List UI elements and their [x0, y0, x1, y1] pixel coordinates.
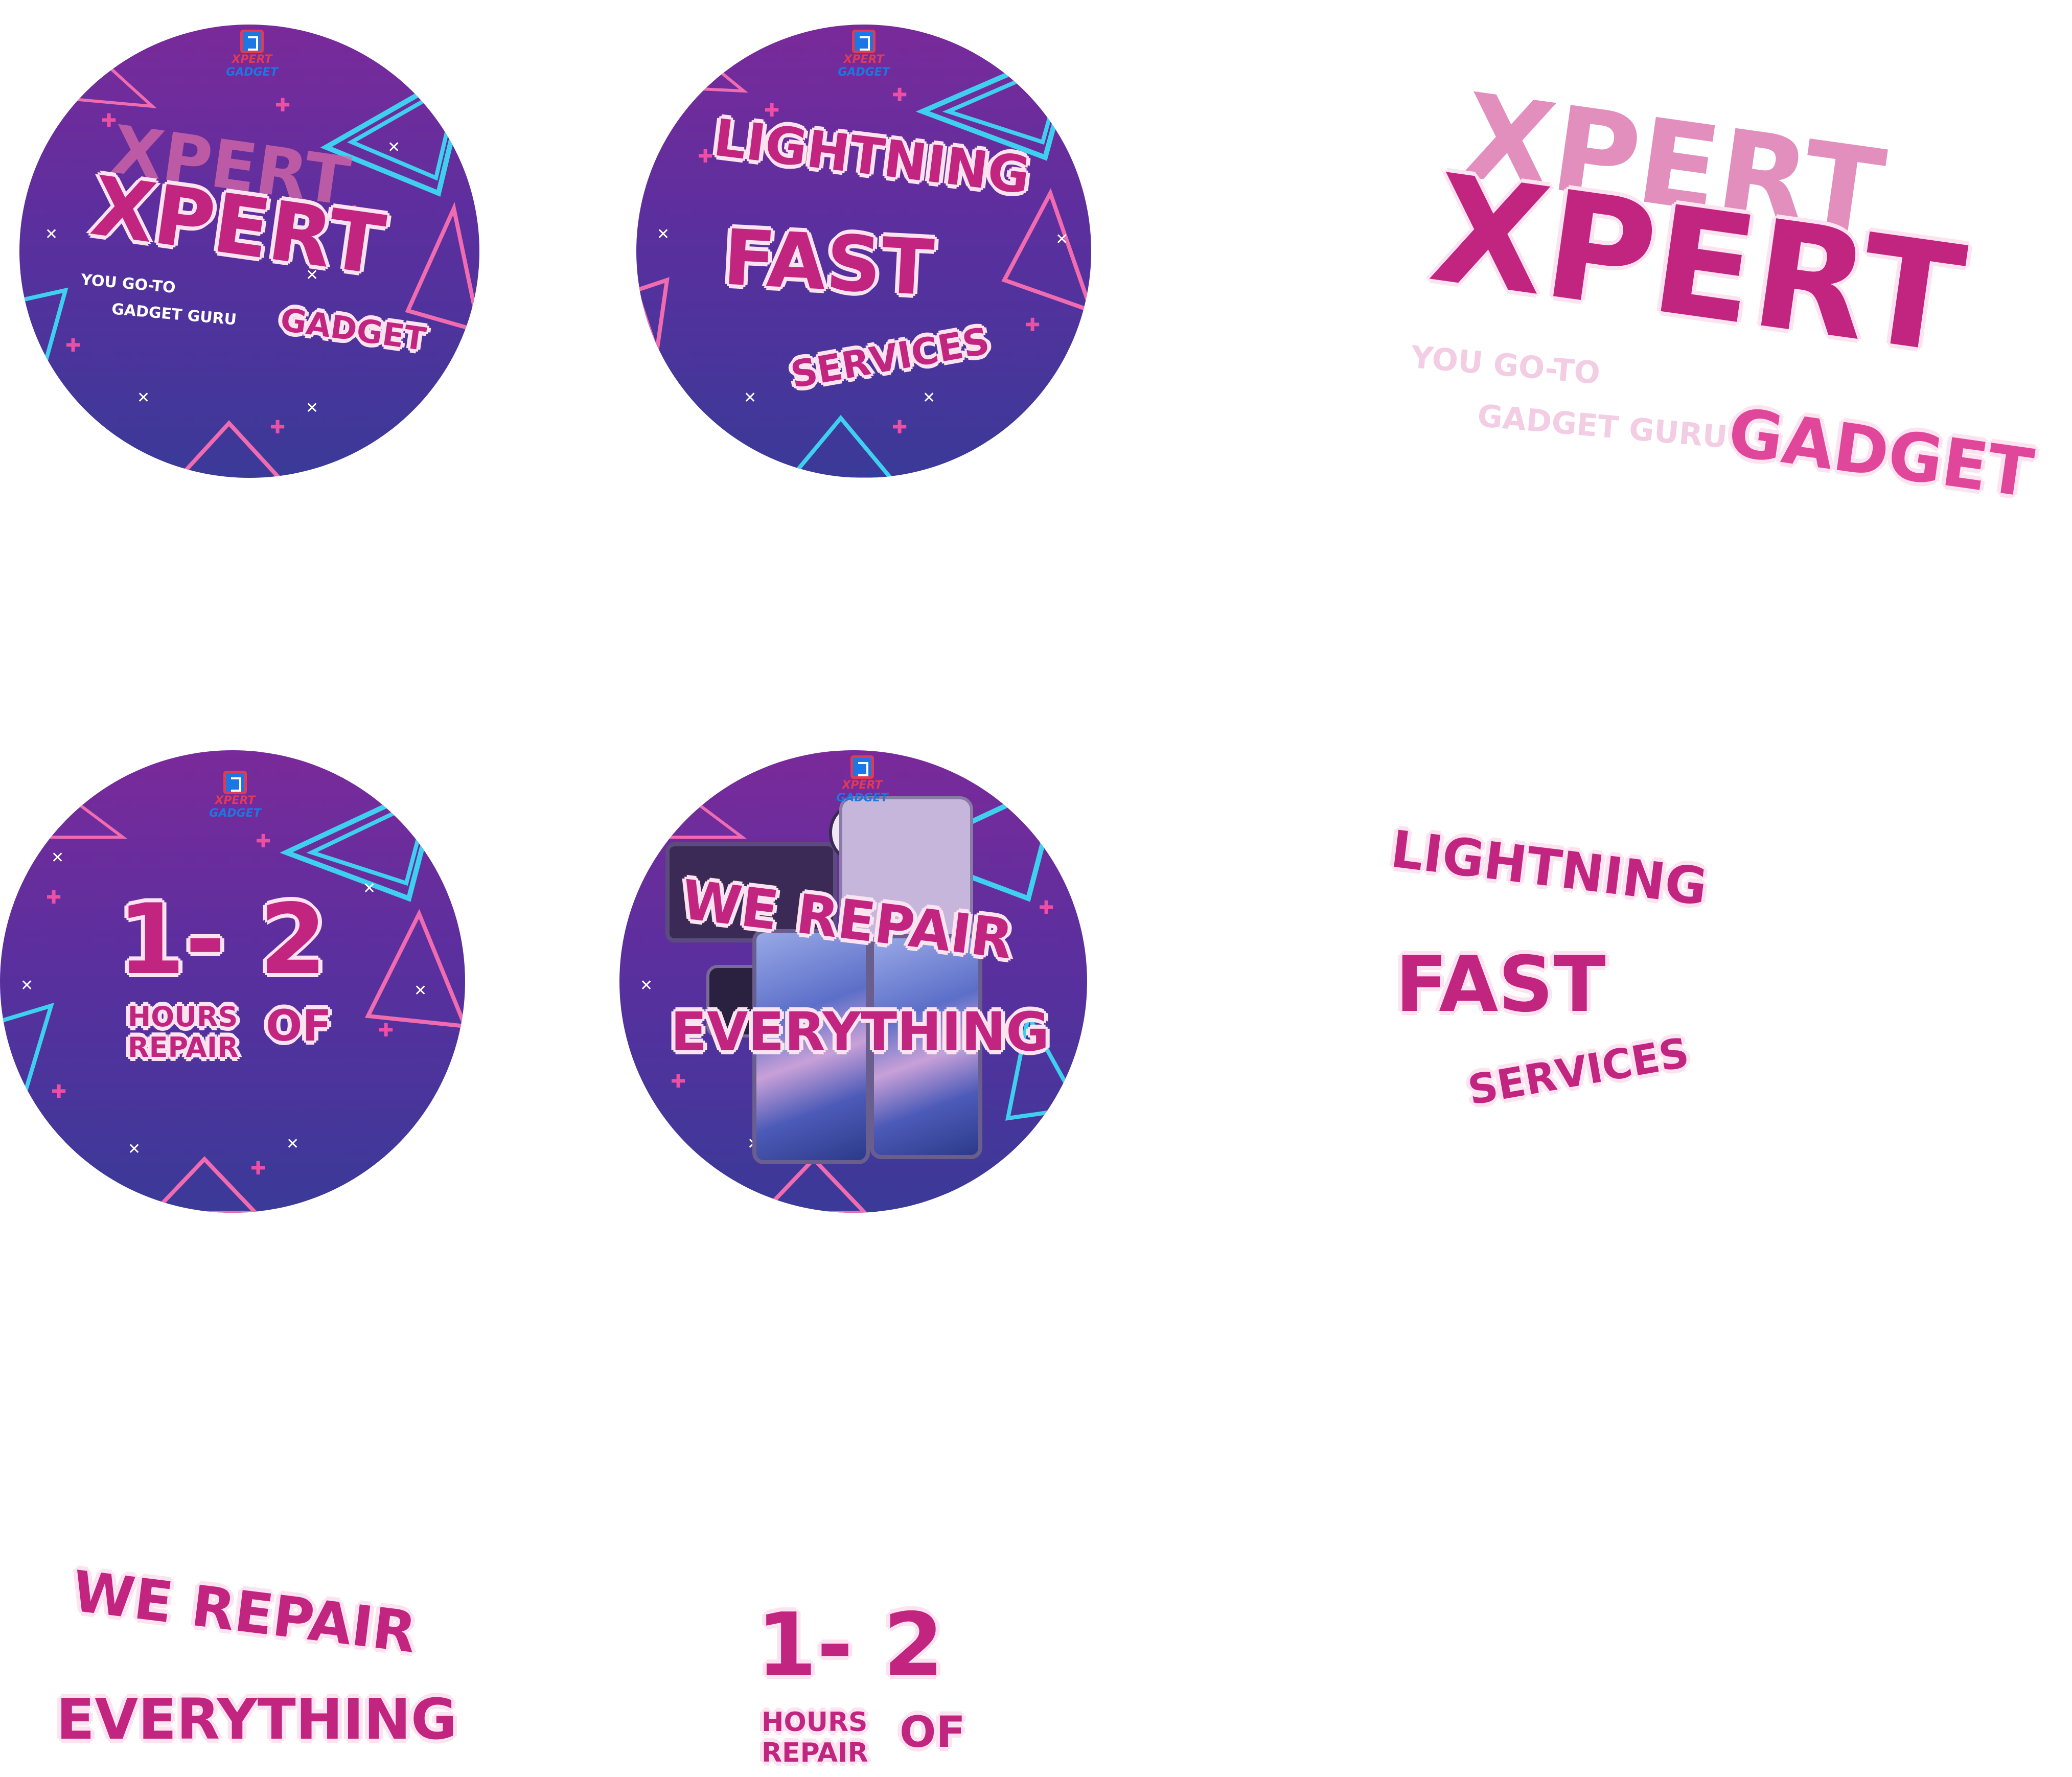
logo-word-1: XPERT	[842, 779, 883, 792]
logo-word-2: GADGET	[836, 792, 888, 804]
brand-logo: XPERT GADGET	[194, 771, 276, 820]
svg-text:✕: ✕	[20, 977, 33, 995]
hours-range-text: 1- 2	[756, 1595, 944, 1696]
svg-text:✚: ✚	[892, 417, 907, 438]
svg-text:✚: ✚	[256, 831, 271, 852]
svg-text:✕: ✕	[657, 225, 670, 243]
we-repair-text: WE REPAIR	[68, 1558, 420, 1666]
svg-text:✚: ✚	[250, 1158, 266, 1179]
hours-text: HOURS	[762, 1707, 868, 1738]
sticker-circle-xpert: ✕ ✕ ✕ ✕ ✕ ✕ ✚ ✚ ✚ ✚ ✚ ✚ XPERT GADGET XPERT XPERT Y…	[19, 25, 479, 478]
hours-text: HOURS	[128, 1001, 238, 1033]
gadget-subtitle: GADGET	[1723, 393, 2038, 513]
svg-text:✕: ✕	[286, 1135, 299, 1153]
svg-text:✚: ✚	[378, 1020, 394, 1041]
repair-text: REPAIR	[128, 1031, 239, 1064]
svg-text:✕: ✕	[45, 225, 58, 243]
tagline-line-2: GADGET GURU	[1476, 398, 1729, 456]
logo-word-1: XPERT	[843, 53, 884, 66]
sticker-circle-repair: ✕✕✕ ✚✚ XPERT GADGET WE REPAIR EVERYTHING	[619, 750, 1087, 1213]
of-text: OF	[900, 1707, 965, 1757]
logo-word-2: GADGET	[209, 807, 261, 820]
svg-text:✕: ✕	[51, 849, 64, 867]
brand-logo: XPERT GADGET	[219, 30, 285, 79]
brand-logo: XPERT GADGET	[824, 755, 901, 804]
svg-text:✚: ✚	[1039, 897, 1054, 918]
everything-text: EVERYTHING	[671, 1001, 1050, 1063]
lightning-fast-wordmark: LIGHTNING FAST SERVICES	[1380, 819, 1748, 1135]
svg-text:✕: ✕	[428, 399, 441, 417]
svg-text:✚: ✚	[270, 417, 285, 438]
logo-icon	[240, 30, 264, 53]
logo-word-1: XPERT	[232, 53, 272, 66]
svg-text:✚: ✚	[275, 95, 290, 116]
svg-text:✚: ✚	[51, 1081, 66, 1102]
lightning-text: LIGHTNING	[1388, 819, 1711, 917]
svg-text:✕: ✕	[640, 977, 653, 995]
svg-text:✚: ✚	[101, 110, 117, 131]
hours-range-text: 1- 2	[118, 883, 327, 996]
svg-text:✚: ✚	[65, 335, 81, 356]
svg-text:✕: ✕	[137, 389, 150, 407]
sticker-circle-fast: ✕ ✕ ✕ ✕ ✚ ✚ ✚ ✚ ✚ XPERT GADGET LIGHTNING FAST S…	[636, 25, 1091, 478]
hours-wordmark: 1- 2 HOURS REPAIR OF	[751, 1595, 1007, 1773]
svg-text:✕: ✕	[387, 139, 400, 156]
fast-text: FAST	[721, 213, 936, 313]
svg-text:✕: ✕	[744, 389, 756, 407]
tagline-line-1: YOU GO-TO	[1409, 339, 1602, 392]
xpert-gadget-wordmark: XPERT XPERT YOU GO-TO GADGET GURU GADGET	[1390, 68, 2055, 547]
svg-text:✚: ✚	[671, 1071, 686, 1092]
logo-word-2: GADGET	[838, 66, 890, 79]
logo-word-2: GADGET	[226, 66, 278, 79]
svg-text:✚: ✚	[892, 85, 907, 106]
brand-logo: XPERT GADGET	[831, 30, 897, 79]
svg-text:✕: ✕	[306, 399, 318, 417]
logo-icon	[850, 755, 874, 779]
svg-text:✚: ✚	[46, 887, 61, 908]
svg-text:✕: ✕	[363, 880, 376, 897]
logo-icon	[852, 30, 876, 53]
svg-text:✕: ✕	[923, 389, 935, 407]
services-text: SERVICES	[1464, 1028, 1693, 1115]
svg-text:✕: ✕	[414, 982, 427, 1000]
svg-text:✕: ✕	[1055, 230, 1068, 248]
of-text: OF	[266, 1001, 332, 1051]
svg-text:✚: ✚	[1025, 315, 1040, 336]
fast-text: FAST	[1395, 940, 1606, 1029]
logo-word-1: XPERT	[215, 794, 256, 807]
sticker-circle-hours: ✕ ✕ ✕ ✕ ✕ ✕ ✚ ✚ ✚ ✚ ✚ XPERT GADGET 1- 2 HOURS REP…	[0, 750, 465, 1213]
svg-text:✕: ✕	[128, 1140, 141, 1158]
logo-icon	[223, 771, 247, 794]
we-repair-wordmark: WE REPAIR EVERYTHING	[51, 1558, 460, 1773]
everything-text: EVERYTHING	[56, 1687, 457, 1752]
repair-text: REPAIR	[762, 1738, 868, 1768]
